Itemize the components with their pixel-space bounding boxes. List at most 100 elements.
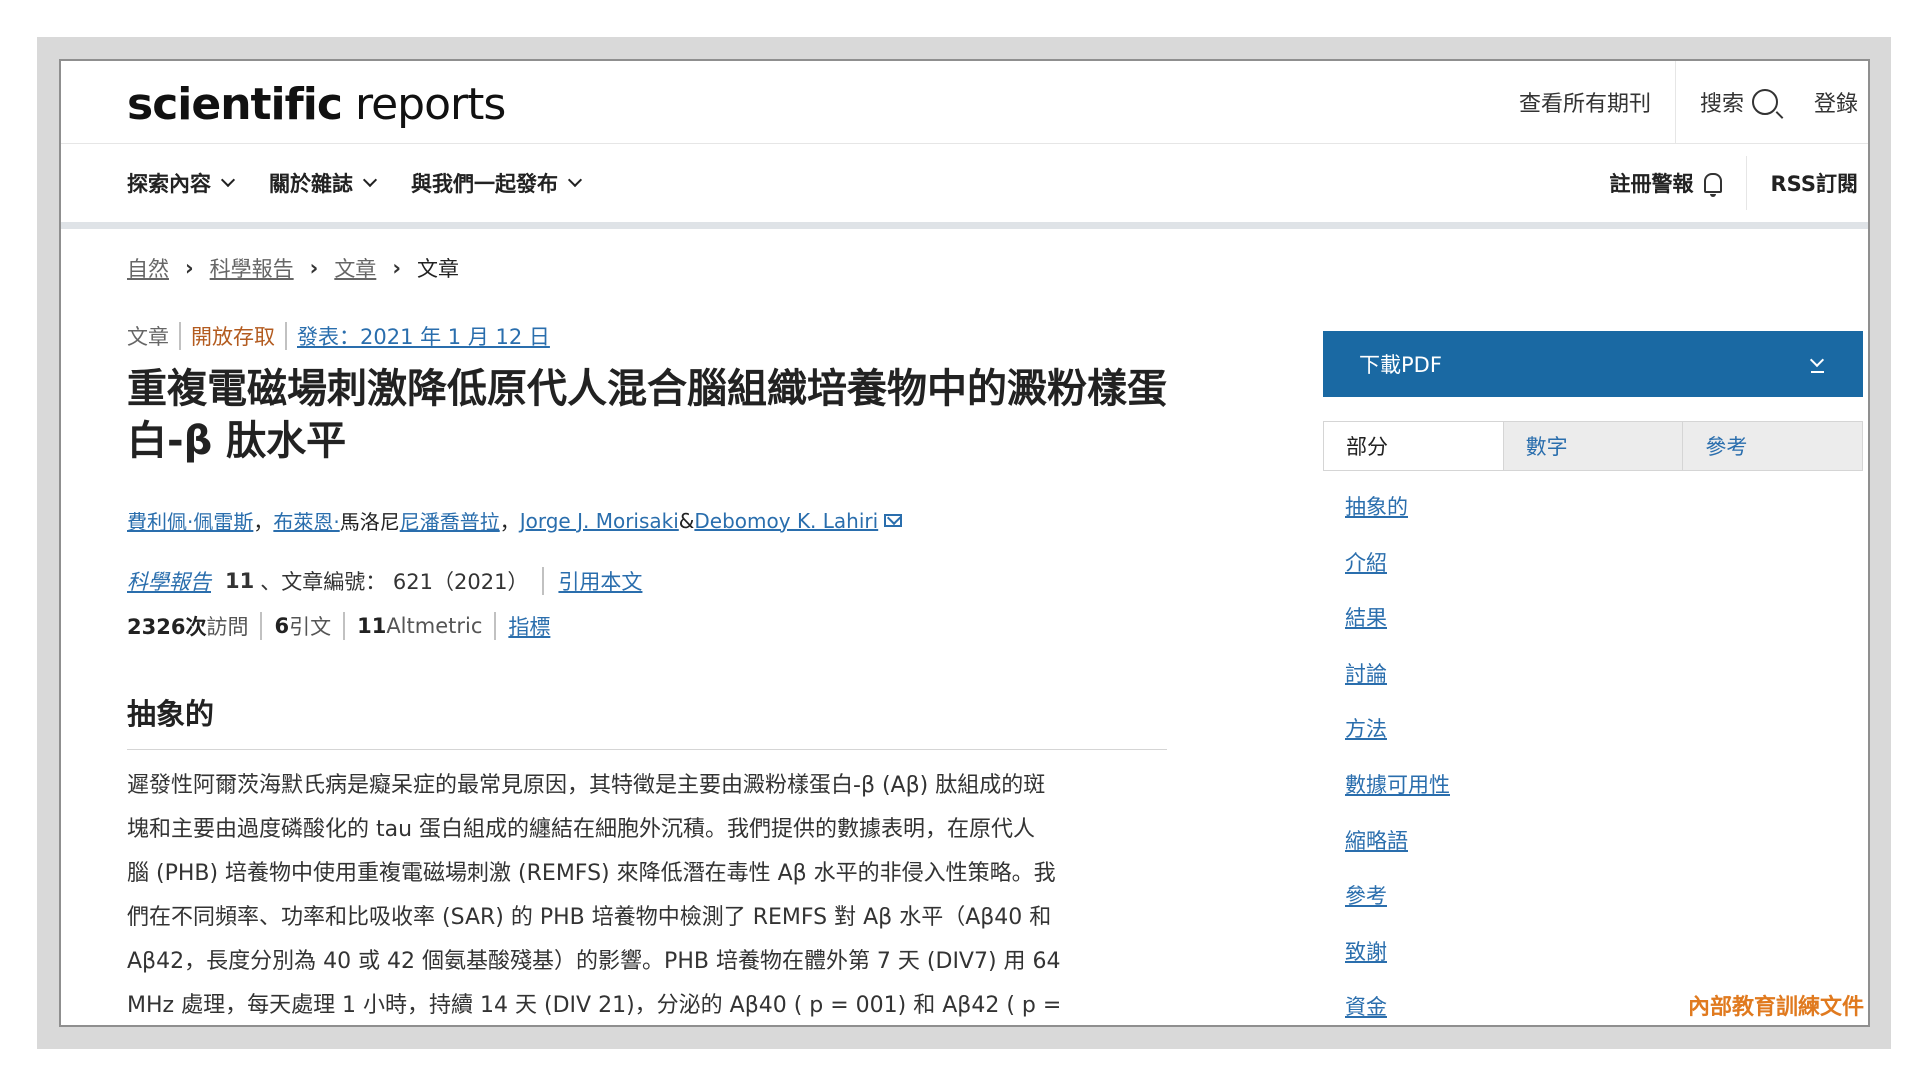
nav-menus: 探索內容 關於雜誌 與我們一起發布 — [127, 144, 616, 222]
abstract-line: MHz 處理，每天處理 1 小時，持續 14 天 (DIV 21)，分泌的 Aβ… — [127, 993, 1062, 1018]
toc-methods[interactable]: 方法 — [1345, 713, 1450, 769]
nav-about-journal[interactable]: 關於雜誌 — [269, 168, 378, 198]
breadcrumb-scientific-reports[interactable]: 科學報告 — [210, 253, 294, 283]
search-label: 搜索 — [1699, 92, 1744, 117]
author-name: 馬洛尼 — [339, 510, 400, 534]
bell-icon — [1703, 173, 1722, 197]
author-separator: ， — [253, 510, 274, 534]
altmetric-label: Altmetric — [386, 614, 483, 638]
divider — [260, 612, 263, 640]
published-date[interactable]: 發表：2021 年 1 月 12 日 — [297, 321, 550, 351]
breadcrumb: 自然 › 科學報告 › 文章 › 文章 — [127, 253, 459, 283]
mail-icon[interactable] — [884, 514, 903, 527]
abstract-line: 腦 (PHB) 培養物中使用重複電磁場刺激 (REMFS) 來降低潛在毒性 Aβ… — [127, 861, 1056, 886]
download-pdf-button[interactable]: 下載PDF — [1323, 331, 1863, 397]
download-pdf-label: 下載PDF — [1359, 353, 1442, 377]
toc-data-availability[interactable]: 數據可用性 — [1345, 769, 1450, 825]
toc-references[interactable]: 參考 — [1345, 880, 1450, 936]
metrics-link[interactable]: 指標 — [508, 611, 550, 641]
breadcrumb-articles[interactable]: 文章 — [334, 253, 376, 283]
chevron-down-icon — [362, 172, 378, 188]
tab-references[interactable]: 參考 — [1682, 422, 1863, 470]
citations-label: 引文 — [289, 615, 332, 639]
divider — [542, 567, 545, 595]
toc-discussion[interactable]: 討論 — [1345, 658, 1450, 714]
login-label: 登錄 — [1813, 92, 1858, 117]
article-number: 、文章編號： 621（2021） — [260, 570, 529, 594]
login-link[interactable]: 登錄 — [1778, 61, 1858, 143]
rss-feed-link[interactable]: RSS訂閱 — [1747, 144, 1858, 222]
site-header: scientific reports 查看所有期刊 搜索 登錄 — [61, 61, 1868, 144]
divider — [179, 322, 181, 350]
logo-light: reports — [341, 79, 506, 130]
toc-introduction[interactable]: 介紹 — [1345, 547, 1450, 603]
download-icon — [1811, 357, 1824, 373]
toc-abbreviations[interactable]: 縮略語 — [1345, 825, 1450, 881]
nav-publish-with-us[interactable]: 與我們一起發布 — [411, 168, 583, 198]
abstract-line: 們在不同頻率、功率和比吸收率 (SAR) 的 PHB 培養物中檢測了 REMFS… — [127, 905, 1052, 930]
section-toc: 抽象的 介紹 結果 討論 方法 數據可用性 縮略語 參考 致謝 資金 — [1345, 491, 1450, 1025]
toc-results[interactable]: 結果 — [1345, 602, 1450, 658]
tab-figures[interactable]: 數字 — [1502, 422, 1683, 470]
altmetric-count: 11 — [357, 614, 387, 638]
view-all-journals-link[interactable]: 查看所有期刊 — [1495, 61, 1675, 143]
journal-link[interactable]: 科學報告 — [127, 566, 211, 596]
abstract-line: Aβ42，長度分別為 40 或 42 個氨基酸殘基）的影響。PHB 培養物在體外… — [127, 949, 1061, 974]
alerts-label: 註冊警報 — [1609, 172, 1694, 196]
citations-count: 6 — [274, 614, 290, 638]
open-access-badge: 開放存取 — [191, 325, 275, 349]
main-nav: 探索內容 關於雜誌 與我們一起發布 註冊警報 RSS訂閱 — [61, 144, 1868, 229]
chevron-down-icon — [220, 172, 236, 188]
author-link[interactable]: 布萊恩· — [273, 506, 339, 535]
nav-explore-label: 探索內容 — [127, 172, 211, 196]
nav-actions: 註冊警報 RSS訂閱 — [1586, 144, 1858, 222]
chevron-right-icon: › — [185, 256, 194, 280]
article-metrics: 2326次 訪問 6 引文 11 Altmetric 指標 — [127, 611, 550, 641]
author-link[interactable]: 尼潘喬普拉 — [400, 506, 500, 535]
site-logo[interactable]: scientific reports — [127, 79, 506, 130]
chevron-right-icon: › — [392, 256, 401, 280]
chevron-down-icon — [567, 172, 583, 188]
author-link[interactable]: Debomoy K. Lahiri — [694, 509, 878, 533]
breadcrumb-nature[interactable]: 自然 — [127, 253, 169, 283]
chevron-right-icon: › — [309, 256, 319, 280]
abstract-heading: 抽象的 — [127, 691, 1167, 750]
article-type: 文章 — [127, 325, 169, 349]
cite-this-article-link[interactable]: 引用本文 — [558, 566, 642, 596]
author-separator: & — [678, 508, 695, 533]
abstract-line: 塊和主要由過度磷酸化的 tau 蛋白組成的纏結在細胞外沉積。我們提供的數據表明，… — [127, 817, 1036, 842]
divider — [343, 612, 346, 640]
divider — [285, 322, 287, 350]
view-all-journals-label: 查看所有期刊 — [1518, 92, 1651, 117]
sign-up-alerts-button[interactable]: 註冊警報 — [1586, 144, 1746, 222]
author-separator: ， — [499, 510, 520, 534]
rss-label: RSS訂閱 — [1770, 172, 1858, 196]
search-button[interactable]: 搜索 — [1676, 61, 1778, 143]
nav-explore-content[interactable]: 探索內容 — [127, 168, 236, 198]
article-meta: 文章 開放存取 發表：2021 年 1 月 12 日 — [127, 321, 550, 351]
watermark-label: 內部教育訓練文件 — [1687, 994, 1864, 1020]
toc-acknowledgements[interactable]: 致謝 — [1345, 936, 1450, 992]
toc-funding[interactable]: 資金 — [1345, 991, 1450, 1025]
nav-about-label: 關於雜誌 — [269, 172, 353, 196]
search-icon — [1751, 89, 1778, 115]
abstract-text: 遲發性阿爾茨海默氏病是癡呆症的最常見原因，其特徵是主要由澱粉樣蛋白-β (Aβ)… — [127, 764, 1177, 1025]
top-links: 查看所有期刊 搜索 登錄 — [1495, 61, 1858, 143]
abstract-line: 遲發性阿爾茨海默氏病是癡呆症的最常見原因，其特徵是主要由澱粉樣蛋白-β (Aβ)… — [127, 773, 1046, 798]
browser-page: scientific reports 查看所有期刊 搜索 登錄 探索內容 關於雜… — [59, 59, 1870, 1027]
author-list: 費利佩·佩雷斯 ， 布萊恩· 馬洛尼 尼潘喬普拉 ， Jorge J. Mori… — [127, 506, 903, 535]
nav-publish-label: 與我們一起發布 — [411, 172, 558, 196]
author-link[interactable]: Jorge J. Morisaki — [520, 509, 679, 533]
tab-sections[interactable]: 部分 — [1324, 422, 1503, 470]
toc-abstract[interactable]: 抽象的 — [1345, 491, 1450, 547]
breadcrumb-current: 文章 — [416, 257, 459, 281]
divider — [494, 612, 497, 640]
article-title: 重複電磁場刺激降低原代人混合腦組織培養物中的澱粉樣蛋白-β 肽水平 — [127, 366, 1167, 464]
volume-number: 11 — [225, 569, 255, 593]
accesses-count: 2326次 — [127, 615, 207, 639]
citation-info: 科學報告 11 、文章編號： 621（2021） 引用本文 — [127, 566, 642, 596]
accesses-label: 訪問 — [206, 615, 249, 639]
logo-bold: scientific — [127, 79, 343, 130]
sidebar-tabs: 部分 數字 參考 — [1323, 421, 1863, 471]
author-link[interactable]: 費利佩·佩雷斯 — [127, 506, 253, 535]
